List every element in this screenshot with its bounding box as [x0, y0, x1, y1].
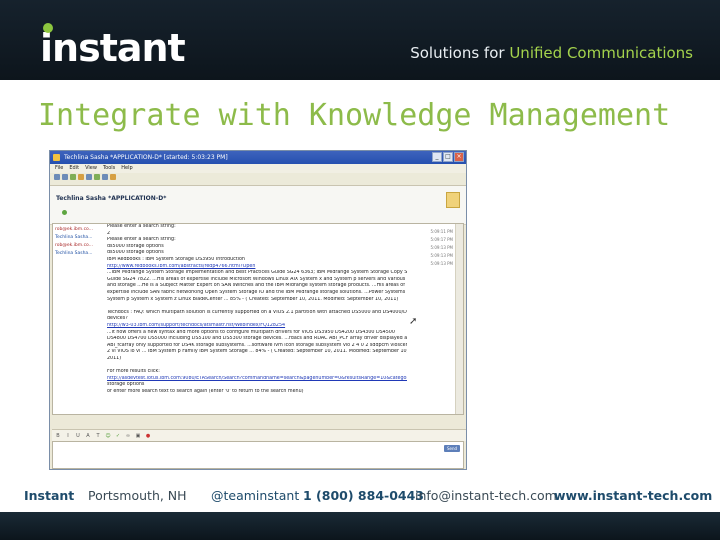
toolbar-print-icon[interactable] — [62, 174, 68, 180]
transcript-scrollbar[interactable] — [455, 224, 463, 414]
window-controls: _ □ × — [432, 152, 464, 162]
message-line: devices? — [107, 316, 128, 322]
message-line: IBM Redbooks : IBM System Storage DS3950… — [107, 256, 245, 262]
menu-help[interactable]: Help — [121, 164, 132, 173]
message-link[interactable]: http://w3-03.ibm.com/support/techdocs/at… — [107, 323, 407, 330]
footer-phone: 1 (800) 884-0443 — [303, 488, 424, 503]
message-line: or enter more search text to search agai… — [107, 388, 304, 394]
message-line: ds5000 storage options — [107, 250, 164, 256]
header-bar: instant Solutions for Unified Communicat… — [0, 0, 720, 80]
sender-name: Techlina Sasha... — [55, 235, 93, 240]
message-line: DS4800 DS4700 DS5000 including DS5100 an… — [107, 336, 407, 342]
message-line: and storage ...He is a Subject Matter Ex… — [107, 283, 405, 289]
message-line: 2 — [107, 230, 111, 236]
message-line: System p System x System z Linux BladeCe… — [107, 296, 399, 302]
avatar — [446, 192, 460, 208]
conversation-name: Techlina Sasha *APPLICATION-D* — [56, 195, 167, 202]
timestamp: 5:09:13 PM — [430, 244, 453, 250]
bold-icon[interactable]: B — [55, 433, 61, 439]
message-line: Guide SG24 7822. ...His areas of experti… — [107, 276, 407, 282]
sender-name: rob@ek.ibm.co... — [55, 227, 94, 232]
alert-icon[interactable]: ● — [145, 433, 151, 439]
menu-edit[interactable]: Edit — [69, 164, 79, 173]
message-list: Please enter a search string: 2 Please ent… — [107, 224, 407, 395]
tagline-prefix: Solutions for — [410, 44, 510, 62]
message-line: Please enter a search string: — [107, 237, 176, 243]
footer-city: Portsmouth, NH — [88, 488, 187, 503]
format-toolbar: B I U A T ☺ ✓ ∞ ▣ ● — [52, 429, 466, 441]
footer-company: Instant — [24, 488, 75, 503]
sender-name: rob@ek.ibm.co... — [55, 243, 94, 248]
message-line: ...It now offers a new syntax and more o… — [107, 329, 395, 335]
emoticon-icon[interactable]: ☺ — [105, 433, 111, 439]
message-line: ABI_fcarray only supported for DS4K stor… — [107, 342, 407, 348]
menu-view[interactable]: View — [85, 164, 97, 173]
minimize-button[interactable]: _ — [432, 152, 442, 162]
mouse-cursor-icon: ➚ — [409, 316, 418, 327]
toolbar-save-icon[interactable] — [54, 174, 60, 180]
spellcheck-icon[interactable]: ✓ — [115, 433, 121, 439]
footer-email: info@instant-tech.com — [415, 488, 557, 503]
toolbar-history-icon[interactable] — [110, 174, 116, 180]
toolbar-video-icon[interactable] — [94, 174, 100, 180]
logo-dot — [43, 23, 53, 33]
footer-band — [0, 512, 720, 540]
tagline: Solutions for Unified Communications — [410, 44, 693, 62]
message-link[interactable]: http://asdevtest.lotus.ibm.com:9080/ETAS… — [107, 376, 407, 383]
conversation-header: Techlina Sasha *APPLICATION-D* — [50, 186, 466, 225]
menu-file[interactable]: File — [55, 164, 63, 173]
footer-contact-bar: Instant Portsmouth, NH @teaminstant 1 (8… — [0, 480, 720, 510]
send-button[interactable]: Send — [444, 445, 460, 452]
message-line — [107, 362, 407, 369]
instant-logo: instant — [40, 26, 186, 70]
underline-icon[interactable]: U — [75, 433, 81, 439]
italic-icon[interactable]: I — [65, 433, 71, 439]
message-line: 2 vi VIOS io vi ... IBM System p Family … — [107, 349, 407, 355]
timestamp: 5:09:13 PM — [430, 252, 453, 258]
sender-name: Techlina Sasha... — [55, 251, 93, 256]
message-line: ds5000 storage options — [107, 243, 164, 249]
message-line — [107, 303, 407, 310]
toolbar-file-icon[interactable] — [78, 174, 84, 180]
transcript-area[interactable]: rob@ek.ibm.co... Techlina Sasha... rob@e… — [52, 223, 464, 415]
close-button[interactable]: × — [454, 152, 464, 162]
chat-window: Techlina Sasha *APPLICATION-D* [started:… — [49, 150, 467, 470]
app-icon — [53, 154, 60, 161]
tagline-accent: Unified Communications — [509, 44, 693, 62]
footer-website: www.instant-tech.com — [554, 488, 713, 503]
font-color-icon[interactable]: A — [85, 433, 91, 439]
message-input[interactable]: Send — [52, 441, 464, 469]
message-line: For more results click: — [107, 369, 160, 375]
toolbar-share-icon[interactable] — [102, 174, 108, 180]
link-icon[interactable]: ∞ — [125, 433, 131, 439]
timestamp: 5:09:13 PM — [430, 260, 453, 266]
toolbar-invite-icon[interactable] — [70, 174, 76, 180]
toolbar — [50, 173, 466, 186]
footer-twitter: @teaminstant — [211, 488, 300, 503]
menu-tools[interactable]: Tools — [103, 164, 115, 173]
timestamp-column: 5:09:11 PM 5:09:17 PM 5:09:13 PM 5:09:13… — [423, 228, 453, 268]
image-icon[interactable]: ▣ — [135, 433, 141, 439]
timestamp: 5:09:11 PM — [430, 229, 453, 234]
font-size-icon[interactable]: T — [95, 433, 101, 439]
menu-bar: File Edit View Tools Help — [50, 164, 466, 173]
window-title: Techlina Sasha *APPLICATION-D* [started:… — [64, 154, 228, 161]
message-line: ...IBM Midrange System Storage Implement… — [107, 270, 407, 276]
maximize-button[interactable]: □ — [443, 152, 453, 162]
status-available-icon — [62, 210, 67, 215]
message-link[interactable]: http://www.redbooks.ibm.com/abstracts/re… — [107, 264, 407, 271]
message-line: Techdocs : FAQ: which multipath solution… — [107, 309, 407, 315]
message-line: expertise include SAN fabric networking … — [107, 289, 407, 295]
sender-column: rob@ek.ibm.co... Techlina Sasha... rob@e… — [55, 226, 105, 258]
message-line: 2011) — [107, 355, 122, 361]
timestamp: 5:09:17 PM — [430, 236, 453, 242]
message-line: storage options — [107, 382, 145, 388]
slide-title: Integrate with Knowledge Management — [38, 98, 671, 133]
message-line: Please enter a search string: — [107, 224, 176, 229]
window-titlebar[interactable]: Techlina Sasha *APPLICATION-D* [started:… — [50, 151, 466, 164]
toolbar-call-icon[interactable] — [86, 174, 92, 180]
